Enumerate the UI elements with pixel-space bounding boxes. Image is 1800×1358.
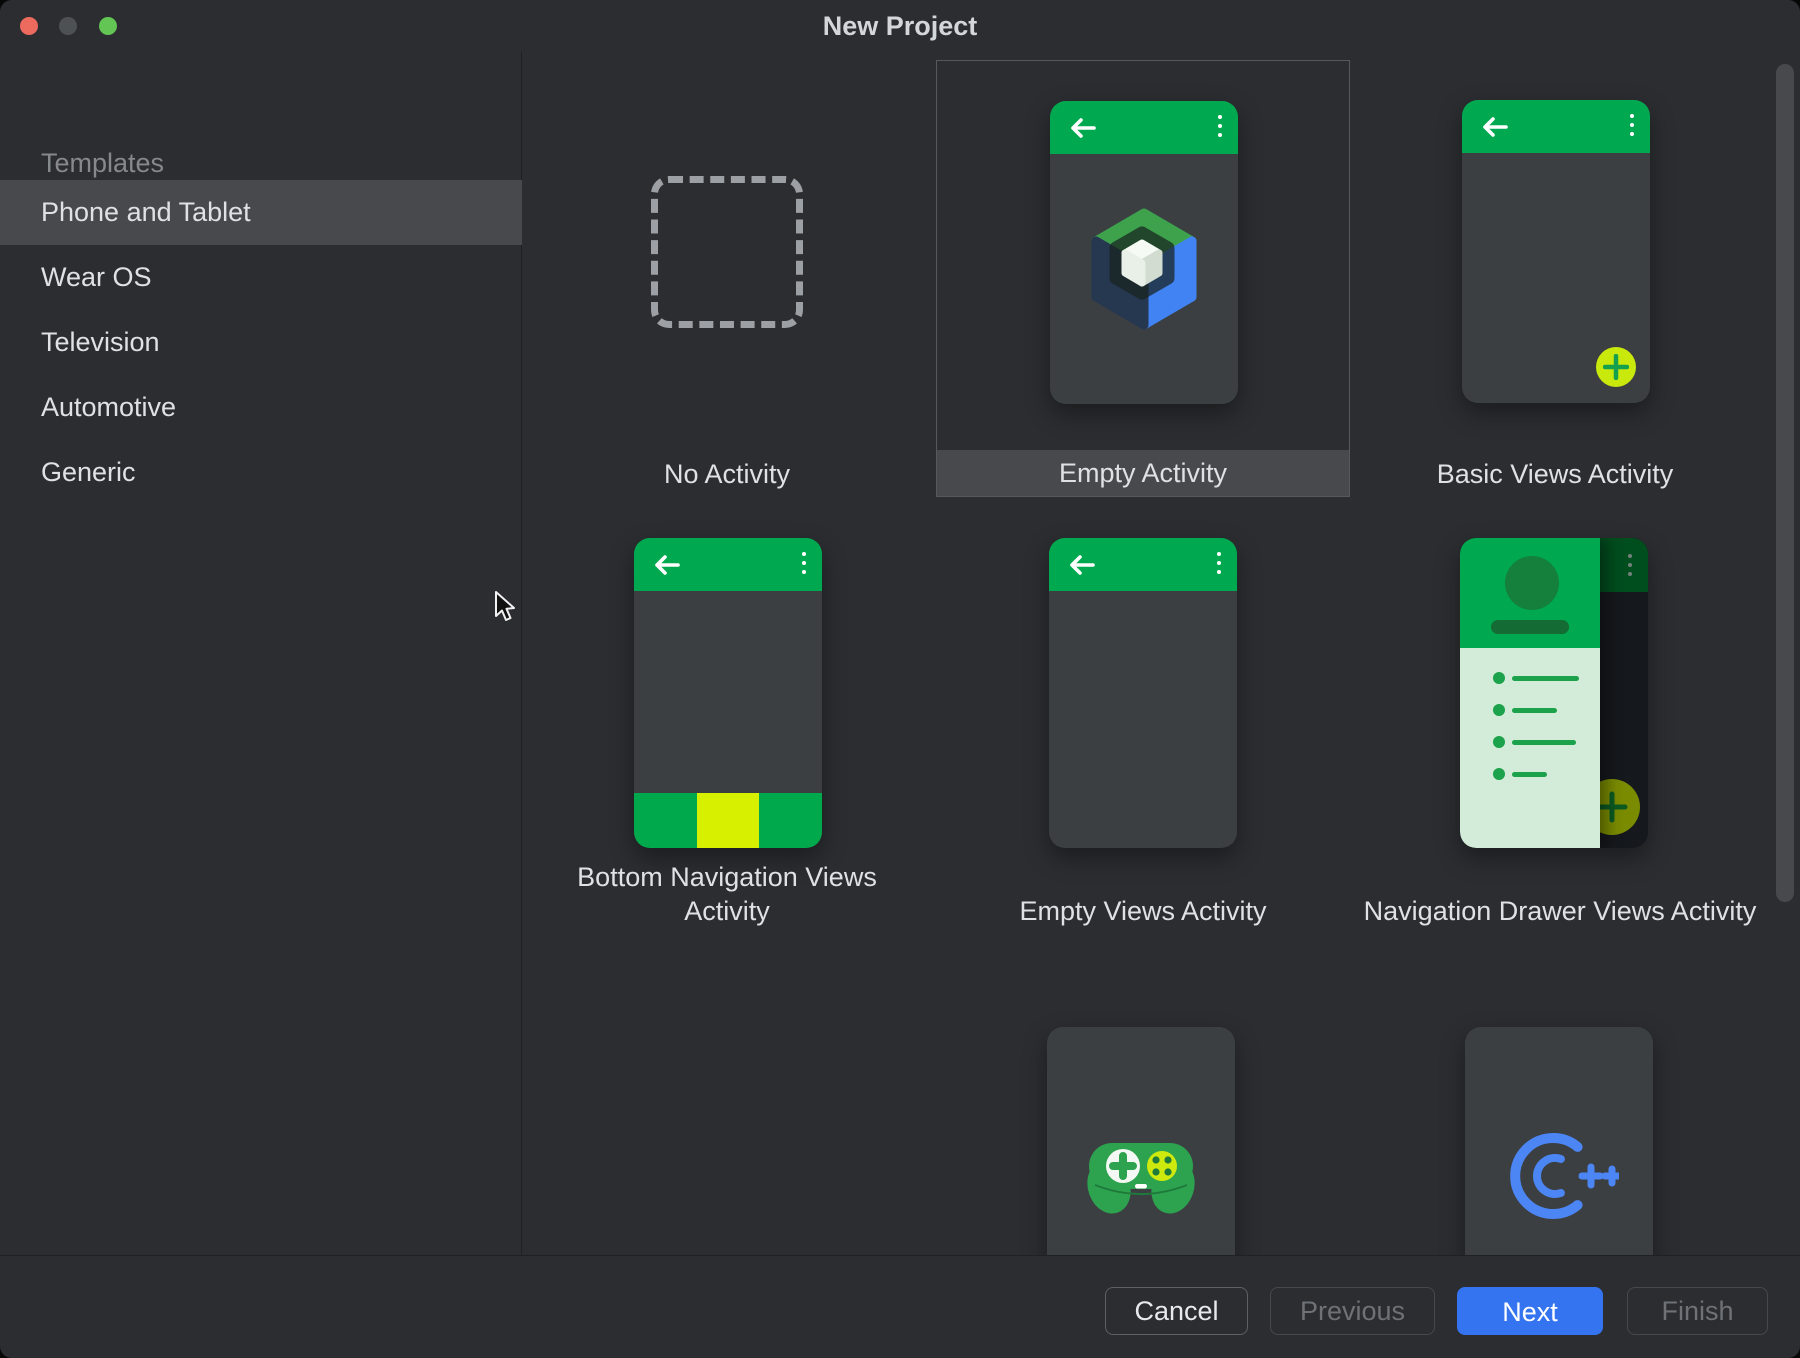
sidebar-item-television[interactable]: Television (0, 310, 522, 375)
new-project-dialog: New Project Templates Phone and Tablet W… (0, 0, 1800, 1358)
dialog-footer: Cancel Previous Next Finish (0, 1255, 1800, 1358)
sidebar-item-generic[interactable]: Generic (0, 440, 522, 505)
template-label: Empty Views Activity (973, 894, 1313, 928)
template-category-sidebar: Templates Phone and Tablet Wear OS Telev… (0, 52, 522, 1255)
bottom-nav-phone-icon (634, 538, 822, 848)
empty-phone-icon (1049, 538, 1237, 848)
selected-label-strip: Empty Activity (937, 450, 1349, 496)
kebab-menu-icon (1218, 115, 1222, 137)
template-label: Bottom Navigation Views Activity (557, 860, 897, 928)
phone-app-bar (1462, 100, 1650, 153)
fab-phone-icon (1462, 100, 1650, 403)
game-controller-phone-icon (1047, 1027, 1235, 1255)
drawer-menu-list (1460, 648, 1600, 848)
back-arrow-icon (652, 554, 682, 576)
bottom-nav-bar-icon (634, 793, 822, 848)
kebab-menu-icon (1630, 114, 1634, 136)
next-button[interactable]: Next (1457, 1287, 1603, 1335)
phone-app-bar (1049, 538, 1237, 591)
back-arrow-icon (1068, 117, 1098, 139)
title-bar: New Project (0, 0, 1800, 52)
sidebar-item-automotive[interactable]: Automotive (0, 375, 522, 440)
sidebar-item-phone-and-tablet[interactable]: Phone and Tablet (0, 180, 522, 245)
add-fab-icon (1596, 347, 1636, 387)
kebab-menu-icon (1628, 554, 1632, 576)
template-label: Empty Activity (937, 450, 1349, 496)
nav-drawer-phone-icon (1460, 538, 1648, 848)
jetpack-compose-logo (1082, 203, 1206, 335)
cpp-logo-phone-icon (1465, 1027, 1653, 1255)
kebab-menu-icon (802, 552, 806, 574)
vertical-scrollbar-thumb[interactable] (1776, 64, 1794, 902)
cpp-logo-icon (1501, 1125, 1619, 1237)
avatar-icon (1505, 556, 1559, 610)
drawer-header (1460, 538, 1600, 648)
back-arrow-icon (1480, 116, 1510, 138)
game-controller-icon (1081, 1127, 1201, 1222)
window-title: New Project (0, 0, 1800, 52)
row3-clip-region (523, 975, 1800, 1255)
nav-drawer-panel (1460, 538, 1600, 848)
previous-button[interactable]: Previous (1270, 1287, 1435, 1335)
phone-app-bar (1050, 101, 1238, 154)
dashed-placeholder-icon (651, 176, 803, 328)
back-arrow-icon (1067, 554, 1097, 576)
finish-button[interactable]: Finish (1627, 1287, 1768, 1335)
compose-logo-phone-icon (1050, 101, 1238, 404)
template-label: No Activity (577, 451, 877, 497)
sidebar-item-wear-os[interactable]: Wear OS (0, 245, 522, 310)
mouse-cursor (494, 591, 518, 623)
template-label: Navigation Drawer Views Activity (1350, 894, 1770, 928)
template-card-empty-activity[interactable]: Empty Activity (936, 60, 1350, 497)
screen: New Project Templates Phone and Tablet W… (0, 0, 1800, 1358)
template-grid: No Activity (523, 52, 1800, 1255)
cancel-button[interactable]: Cancel (1105, 1287, 1248, 1335)
phone-app-bar (634, 538, 822, 591)
sidebar-header: Templates (41, 148, 164, 179)
kebab-menu-icon (1217, 552, 1221, 574)
template-label: Basic Views Activity (1400, 451, 1710, 497)
avatar-name-placeholder (1491, 620, 1569, 634)
